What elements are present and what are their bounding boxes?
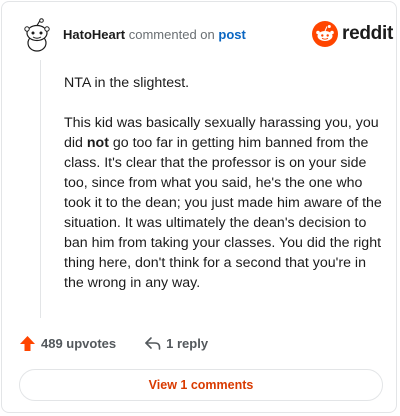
post-link[interactable]: post [218, 27, 245, 42]
reddit-logo[interactable]: reddit [312, 21, 393, 47]
comment-card: HatoHeart commented on post reddit NTA i… [1, 1, 397, 413]
comment-body: NTA in the slightest. This kid was basic… [64, 73, 384, 313]
upvote-button[interactable]: 489 upvotes [19, 335, 116, 352]
reply-count: 1 reply [166, 336, 209, 351]
comment-actions: 489 upvotes 1 reply [19, 335, 208, 352]
emphasis-not: not [86, 135, 109, 151]
reddit-wordmark: reddit [342, 23, 393, 44]
reddit-snoo-icon [312, 21, 338, 47]
author-name[interactable]: HatoHeart [63, 27, 125, 42]
reply-button[interactable]: 1 reply [144, 336, 208, 351]
comment-paragraph-1: NTA in the slightest. [64, 75, 190, 91]
reply-arrow-icon [145, 337, 161, 350]
commented-on-text: commented on [128, 27, 215, 42]
upvote-count: 489 upvotes [41, 336, 117, 351]
upvote-arrow-icon [20, 336, 35, 351]
view-comments-button[interactable]: View 1 comments [19, 369, 383, 401]
comment-header: HatoHeart commented on post [63, 27, 246, 43]
thread-line [40, 60, 41, 318]
comment-paragraph-2: This kid was basically sexually harassin… [64, 115, 382, 291]
snoo-avatar-icon[interactable] [20, 18, 54, 52]
